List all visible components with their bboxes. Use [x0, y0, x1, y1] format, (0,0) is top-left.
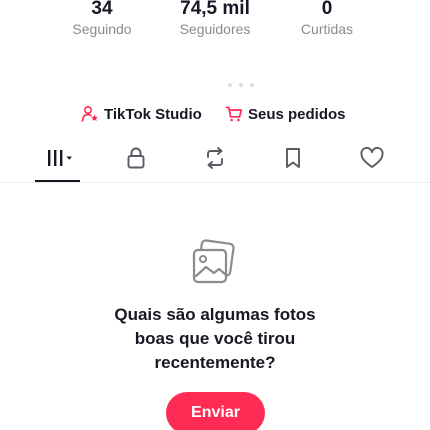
bookmark-icon [283, 146, 303, 175]
profile-page: 34 Seguindo 74,5 mil Seguidores 0 Curtid… [0, 0, 430, 430]
likes-label: Curtidas [300, 21, 354, 37]
tab-videos[interactable] [38, 146, 78, 174]
following-count: 34 [91, 0, 113, 19]
tab-private[interactable] [116, 146, 156, 174]
heart-icon [359, 146, 385, 175]
photos-icon [188, 238, 240, 290]
grid-dropdown-icon [40, 147, 76, 174]
prompt-line-3: recentemente? [154, 353, 276, 372]
likes-stat[interactable]: 0 Curtidas [272, 0, 382, 38]
cart-icon [225, 105, 243, 123]
following-label: Seguindo [72, 21, 132, 37]
send-button[interactable]: Enviar [166, 392, 265, 430]
followers-label: Seguidores [179, 21, 251, 37]
lock-icon [125, 146, 147, 175]
empty-state-prompt: Quais são algumas fotos boas que você ti… [90, 303, 340, 375]
prompt-line-2: boas que você tirou [134, 329, 296, 348]
tabs-divider [0, 182, 430, 183]
bio-placeholder-dots [228, 83, 254, 87]
user-star-icon [81, 105, 99, 123]
following-stat[interactable]: 34 Seguindo [47, 0, 157, 38]
tab-liked[interactable] [352, 146, 392, 174]
repost-icon [203, 146, 227, 175]
followers-count: 74,5 mil [180, 0, 250, 19]
tiktok-studio-link[interactable]: TikTok Studio [81, 104, 202, 124]
tab-reposts[interactable] [195, 146, 235, 174]
followers-stat[interactable]: 74,5 mil Seguidores [160, 0, 270, 38]
orders-label: Seus pedidos [248, 105, 346, 123]
likes-count: 0 [321, 0, 333, 19]
tiktok-studio-label: TikTok Studio [104, 105, 202, 123]
tab-favorites[interactable] [273, 146, 313, 174]
orders-link[interactable]: Seus pedidos [225, 104, 346, 124]
prompt-line-1: Quais são algumas fotos [114, 305, 316, 324]
